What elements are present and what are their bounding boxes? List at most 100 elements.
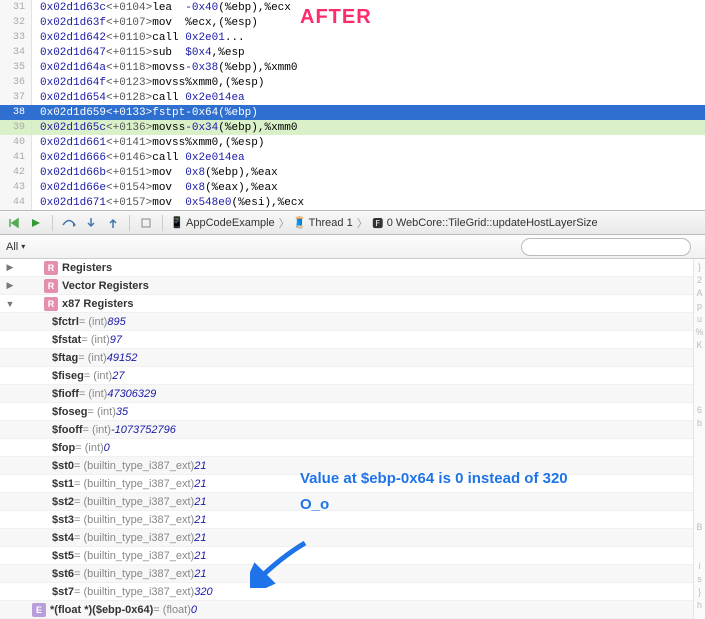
asm-mnemonic: mov	[152, 197, 185, 209]
variable-row[interactable]: $fctrl = (int) 895	[0, 313, 693, 331]
asm-row[interactable]: 350x02d1d64a <+0118> movss -0x38(%ebp),%…	[0, 60, 705, 75]
register-name: $st5	[52, 550, 74, 562]
asm-address: 0x02d1d66e	[32, 182, 106, 194]
asm-operands: 0x2e01...	[185, 32, 244, 44]
variable-row[interactable]: $fioff = (int) 47306329	[0, 385, 693, 403]
asm-address: 0x02d1d666	[32, 152, 106, 164]
variable-row[interactable]: $st1 = (builtin_type_i387_ext) 21	[0, 475, 693, 493]
asm-row[interactable]: 430x02d1d66e <+0154> mov 0x8(%eax),%eax	[0, 180, 705, 195]
asm-row[interactable]: 440x02d1d671 <+0157> mov 0x548e0(%esi),%…	[0, 195, 705, 210]
filter-label: All	[6, 241, 18, 253]
search-input[interactable]	[521, 238, 691, 256]
asm-address: 0x02d1d659	[32, 107, 106, 119]
asm-row[interactable]: 310x02d1d63c <+0104> lea -0x40(%ebp),%ec…	[0, 0, 705, 15]
step-over-icon[interactable]	[61, 215, 77, 231]
line-number: 31	[0, 0, 32, 15]
breadcrumb: 📱 AppCodeExample 〉 🧵 Thread 1 〉 🅵 0 WebC…	[171, 215, 598, 231]
asm-mnemonic: fstpt	[152, 107, 185, 119]
register-name: $fctrl	[52, 316, 79, 328]
variable-row[interactable]: $st7 = (builtin_type_i387_ext) 320	[0, 583, 693, 601]
asm-row[interactable]: 410x02d1d666 <+0146> call 0x2e014ea	[0, 150, 705, 165]
resume-icon[interactable]	[28, 215, 44, 231]
step-into-icon[interactable]	[83, 215, 99, 231]
register-type: = (int)	[78, 352, 106, 364]
asm-address: 0x02d1d66b	[32, 167, 106, 179]
asm-operands: %xmm0,(%esp)	[185, 77, 264, 89]
variable-row[interactable]: $fiseg = (int) 27	[0, 367, 693, 385]
variable-row[interactable]: ▶RRegisters	[0, 259, 693, 277]
asm-mnemonic: movss	[152, 77, 185, 89]
variable-row[interactable]: $st0 = (builtin_type_i387_ext) 21	[0, 457, 693, 475]
asm-mnemonic: movss	[152, 137, 185, 149]
filter-dropdown[interactable]: All ▾	[6, 241, 25, 253]
asm-offset: <+0157>	[106, 197, 152, 209]
asm-address: 0x02d1d654	[32, 92, 106, 104]
asm-offset: <+0154>	[106, 182, 152, 194]
line-number: 33	[0, 30, 32, 45]
disclosure-triangle-icon[interactable]: ▶	[4, 262, 16, 273]
variable-row[interactable]: $st3 = (builtin_type_i387_ext) 21	[0, 511, 693, 529]
variable-row[interactable]: $foseg = (int) 35	[0, 403, 693, 421]
asm-row[interactable]: 380x02d1d659 <+0133> fstpt -0x64(%ebp)	[0, 105, 705, 120]
line-number: 44	[0, 195, 32, 210]
asm-operands: -0x34(%ebp),%xmm0	[185, 122, 297, 134]
asm-address: 0x02d1d63c	[32, 2, 106, 14]
expression-name: *(float *)($ebp-0x64)	[50, 604, 153, 616]
asm-row[interactable]: 340x02d1d647 <+0115> sub $0x4,%esp	[0, 45, 705, 60]
asm-row[interactable]: 360x02d1d64f <+0123> movss %xmm0,(%esp)	[0, 75, 705, 90]
register-group-label: Registers	[62, 262, 112, 274]
asm-row[interactable]: 320x02d1d63f <+0107> mov %ecx,(%esp)	[0, 15, 705, 30]
variable-row[interactable]: $fop = (int) 0	[0, 439, 693, 457]
variable-row[interactable]: $st6 = (builtin_type_i387_ext) 21	[0, 565, 693, 583]
line-number: 41	[0, 150, 32, 165]
thread-icon: 🧵	[294, 217, 306, 229]
variable-row[interactable]: ▼Rx87 Registers	[0, 295, 693, 313]
asm-mnemonic: mov	[152, 182, 185, 194]
asm-offset: <+0123>	[106, 77, 152, 89]
register-name: $foseg	[52, 406, 87, 418]
breadcrumb-frame[interactable]: 🅵 0 WebCore::TileGrid::updateHostLayerSi…	[372, 217, 598, 229]
asm-address: 0x02d1d63f	[32, 17, 106, 29]
asm-offset: <+0151>	[106, 167, 152, 179]
asm-mnemonic: mov	[152, 167, 185, 179]
asm-offset: <+0110>	[106, 32, 152, 44]
asm-row[interactable]: 390x02d1d65c <+0136> movss -0x34(%ebp),%…	[0, 120, 705, 135]
variable-row[interactable]: $fstat = (int) 97	[0, 331, 693, 349]
asm-address: 0x02d1d671	[32, 197, 106, 209]
variable-row[interactable]: $st2 = (builtin_type_i387_ext) 21	[0, 493, 693, 511]
asm-offset: <+0141>	[106, 137, 152, 149]
register-value: 97	[110, 334, 122, 346]
asm-operands: -0x40(%ebp),%ecx	[185, 2, 291, 14]
asm-mnemonic: call	[152, 32, 185, 44]
asm-row[interactable]: 400x02d1d661 <+0141> movss %xmm0,(%esp)	[0, 135, 705, 150]
step-out-icon[interactable]	[105, 215, 121, 231]
expression-value: 0	[191, 604, 197, 616]
register-name: $fiseg	[52, 370, 84, 382]
asm-offset: <+0118>	[106, 62, 152, 74]
variable-row[interactable]: $fooff = (int) -1073752796	[0, 421, 693, 439]
asm-mnemonic: movss	[152, 122, 185, 134]
variable-row[interactable]: E*(float *)($ebp-0x64) = (float) 0	[0, 601, 693, 619]
asm-row[interactable]: 330x02d1d642 <+0110> call 0x2e01...	[0, 30, 705, 45]
register-value: -1073752796	[111, 424, 176, 436]
variable-row[interactable]: $ftag = (int) 49152	[0, 349, 693, 367]
register-value: 0	[104, 442, 110, 454]
asm-operands: -0x64(%ebp)	[185, 107, 258, 119]
disclosure-triangle-icon[interactable]: ▶	[4, 280, 16, 291]
line-number: 34	[0, 45, 32, 60]
asm-row[interactable]: 420x02d1d66b <+0151> mov 0x8(%ebp),%eax	[0, 165, 705, 180]
line-number: 35	[0, 60, 32, 75]
rerun-icon[interactable]	[6, 215, 22, 231]
asm-row[interactable]: 370x02d1d654 <+0128> call 0x2e014ea	[0, 90, 705, 105]
variable-row[interactable]: ▶RVector Registers	[0, 277, 693, 295]
register-value: 21	[194, 532, 206, 544]
breadcrumb-app[interactable]: 📱 AppCodeExample	[171, 217, 275, 229]
register-name: $st3	[52, 514, 74, 526]
asm-operands: 0x548e0(%esi),%ecx	[185, 197, 304, 209]
variable-row[interactable]: $st4 = (builtin_type_i387_ext) 21	[0, 529, 693, 547]
asm-address: 0x02d1d64f	[32, 77, 106, 89]
disclosure-triangle-icon[interactable]: ▼	[4, 299, 16, 309]
breadcrumb-thread[interactable]: 🧵 Thread 1	[294, 217, 353, 229]
variable-row[interactable]: $st5 = (builtin_type_i387_ext) 21	[0, 547, 693, 565]
frames-icon[interactable]	[138, 215, 154, 231]
